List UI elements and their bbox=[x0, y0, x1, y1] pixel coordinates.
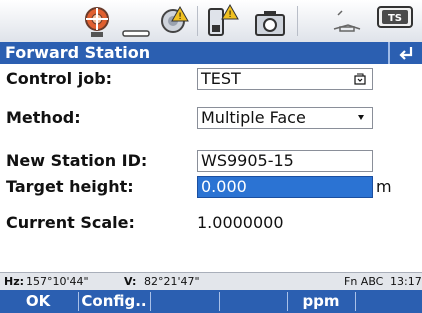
keyboard-label: TS bbox=[388, 13, 402, 24]
target-height-unit: m bbox=[376, 177, 392, 196]
svg-text:!: ! bbox=[178, 12, 182, 22]
ok-button[interactable]: OK bbox=[0, 290, 76, 313]
radio-link-icon[interactable] bbox=[120, 3, 152, 39]
current-scale-value: 1.0000000 bbox=[197, 213, 284, 232]
v-label: V: bbox=[124, 275, 137, 288]
level-icon[interactable] bbox=[330, 3, 364, 39]
status-bar: ! ! TS bbox=[0, 0, 422, 43]
method-value: Multiple Face bbox=[201, 108, 306, 127]
input-mode: Fn ABC bbox=[344, 275, 384, 288]
method-label: Method: bbox=[6, 108, 81, 127]
instrument-warning-icon[interactable]: ! bbox=[158, 3, 190, 39]
svg-text:!: ! bbox=[228, 10, 232, 20]
hz-label: Hz: bbox=[4, 275, 25, 288]
softkey-4[interactable] bbox=[220, 290, 285, 313]
satellite-icon[interactable] bbox=[80, 3, 114, 39]
chevron-down-icon[interactable] bbox=[358, 115, 364, 120]
file-picker-icon[interactable] bbox=[354, 73, 366, 85]
back-arrow-icon bbox=[399, 47, 413, 60]
control-job-field[interactable]: TEST bbox=[197, 68, 373, 90]
softkey-3[interactable] bbox=[151, 290, 218, 313]
ppm-button[interactable]: ppm bbox=[288, 290, 354, 313]
battery-warning-icon[interactable]: ! bbox=[206, 3, 240, 39]
config-button[interactable]: Config.. bbox=[80, 290, 148, 313]
info-bar: Hz: 157°10'44" V: 82°21'47" Fn ABC 13:17 bbox=[0, 272, 422, 290]
softkey-bar: OK Config.. ppm bbox=[0, 290, 422, 313]
current-scale-label: Current Scale: bbox=[6, 213, 135, 232]
target-height-label: Target height: bbox=[6, 177, 134, 196]
hz-value: 157°10'44" bbox=[26, 275, 89, 288]
target-height-input[interactable]: 0.000 bbox=[197, 176, 373, 198]
v-value: 82°21'47" bbox=[144, 275, 200, 288]
control-job-label: Control job: bbox=[6, 69, 113, 88]
new-station-id-input[interactable]: WS9905-15 bbox=[197, 150, 373, 172]
softkey-6[interactable] bbox=[356, 290, 422, 313]
new-station-id-label: New Station ID: bbox=[6, 151, 148, 170]
title-bar: Forward Station bbox=[0, 42, 422, 64]
page-title: Forward Station bbox=[5, 43, 151, 62]
method-select[interactable]: Multiple Face bbox=[197, 107, 373, 129]
camera-icon[interactable] bbox=[252, 3, 288, 39]
control-job-value: TEST bbox=[201, 69, 241, 88]
clock: 13:17 bbox=[390, 275, 422, 288]
back-button[interactable] bbox=[388, 42, 422, 64]
keyboard-icon[interactable]: TS bbox=[376, 3, 416, 39]
